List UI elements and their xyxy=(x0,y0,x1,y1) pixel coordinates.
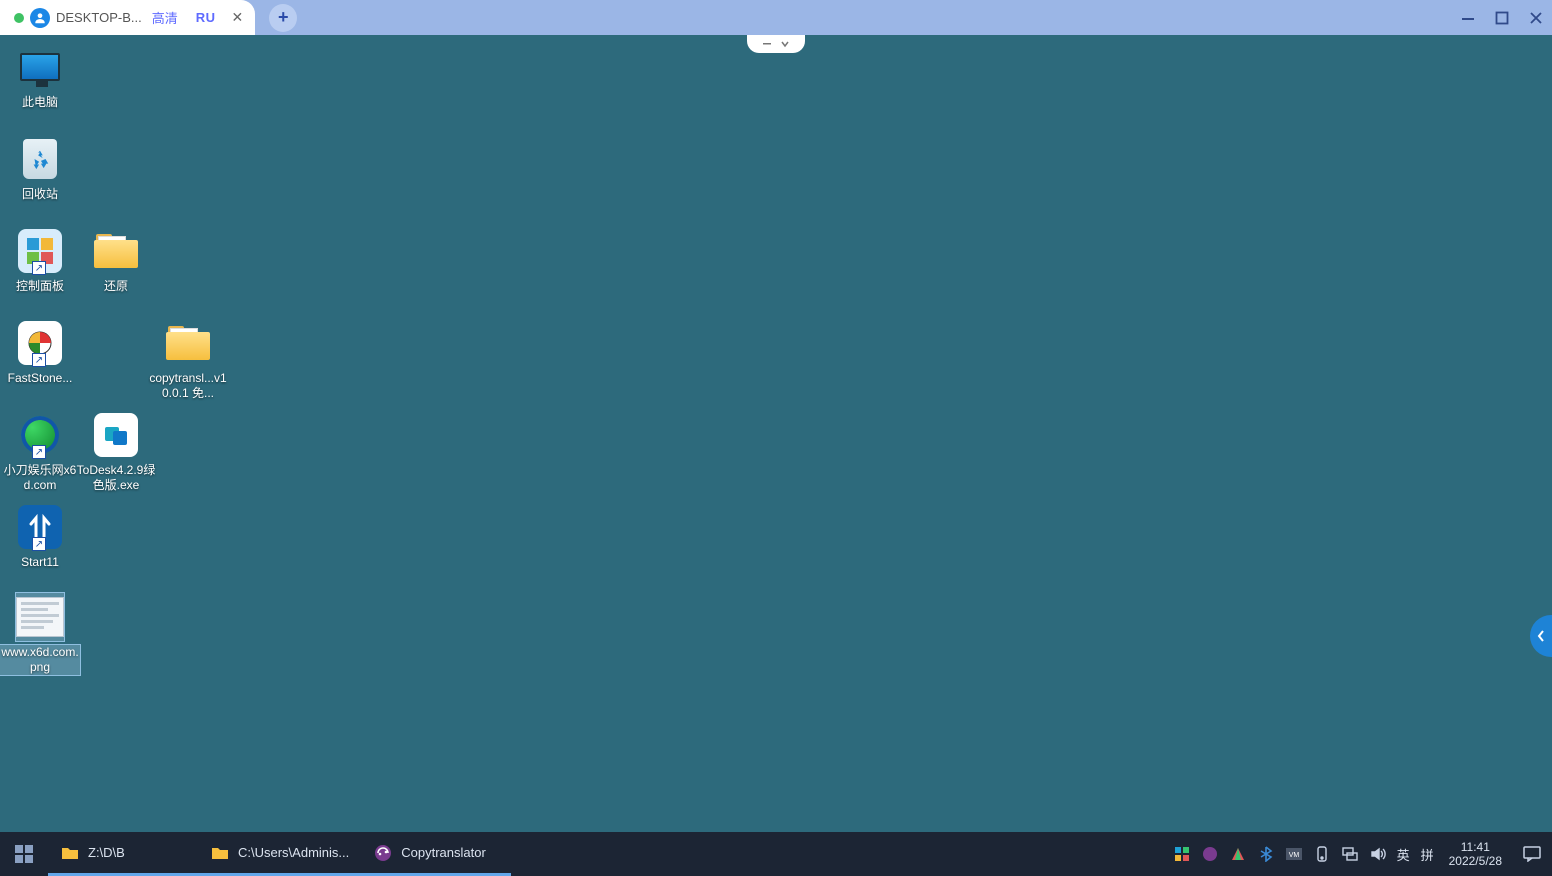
icon-label: 控制面板 xyxy=(0,279,80,294)
shortcut-arrow-icon: ↗ xyxy=(32,353,46,367)
bluetooth-icon[interactable] xyxy=(1257,845,1275,863)
taskbar: Z:\D\B C:\Users\Adminis... Copytranslato… xyxy=(0,832,1552,876)
icon-label: ToDesk4.2.9绿色版.exe xyxy=(76,463,156,493)
icon-label: Start11 xyxy=(0,555,80,570)
folder-icon xyxy=(210,843,230,863)
ru-label[interactable]: RU xyxy=(196,10,216,25)
new-tab-button[interactable]: + xyxy=(269,4,297,32)
desktop-icon-start11[interactable]: ↗ Start11 xyxy=(0,503,80,570)
taskbar-item-explorer-2[interactable]: C:\Users\Adminis... xyxy=(198,832,361,876)
close-tab-icon[interactable]: ✕ xyxy=(232,9,244,26)
icon-label: 小刀娱乐网x6d.com xyxy=(0,463,80,493)
taskbar-item-explorer-1[interactable]: Z:\D\B xyxy=(48,832,198,876)
device-icon[interactable] xyxy=(1313,845,1331,863)
copytranslator-icon xyxy=(373,843,393,863)
desktop-icon-restore[interactable]: 还原 xyxy=(76,227,156,294)
desktop-icon-this-pc[interactable]: 此电脑 xyxy=(0,43,80,110)
close-window-icon[interactable] xyxy=(1526,8,1546,28)
tray-app-icon[interactable] xyxy=(1229,845,1247,863)
desktop-icon-recycle-bin[interactable]: 回收站 xyxy=(0,135,80,202)
folder-icon xyxy=(94,234,138,268)
network-icon[interactable] xyxy=(1341,845,1359,863)
ime-mode[interactable]: 拼 xyxy=(1421,845,1435,864)
desktop-icon-grid: 此电脑 回收站 ↗ 控制面板 还原 xyxy=(0,35,1552,832)
icon-label: copytransl...v10.0.1 免... xyxy=(148,371,228,401)
desktop-icon-copytranslator-folder[interactable]: copytransl...v10.0.1 免... xyxy=(148,319,228,401)
taskbar-item-label: Z:\D\B xyxy=(88,845,125,860)
shortcut-arrow-icon: ↗ xyxy=(32,261,46,275)
icon-label: 回收站 xyxy=(0,187,80,202)
recycle-bin-icon xyxy=(23,139,57,179)
clock-date: 2022/5/28 xyxy=(1449,854,1502,868)
tray-app-icon[interactable] xyxy=(1173,845,1191,863)
remote-tab[interactable]: DESKTOP-B... 高清 RU ✕ xyxy=(0,0,255,35)
todesk-icon xyxy=(94,413,138,457)
volume-icon[interactable] xyxy=(1369,845,1387,863)
desktop-icon-control-panel[interactable]: ↗ 控制面板 xyxy=(0,227,80,294)
start-button[interactable] xyxy=(0,832,48,876)
shortcut-arrow-icon: ↗ xyxy=(32,445,46,459)
taskbar-item-copytranslator[interactable]: Copytranslator xyxy=(361,832,511,876)
icon-label: FastStone... xyxy=(0,371,80,386)
vm-icon[interactable]: VM xyxy=(1285,845,1303,863)
shortcut-arrow-icon: ↗ xyxy=(32,537,46,551)
remote-tab-bar: DESKTOP-B... 高清 RU ✕ + xyxy=(0,0,1552,35)
svg-text:VM: VM xyxy=(1288,852,1299,859)
window-controls xyxy=(1458,0,1546,35)
minimize-icon[interactable] xyxy=(1458,8,1478,28)
icon-label: 还原 xyxy=(76,279,156,294)
icon-label: 此电脑 xyxy=(0,95,80,110)
image-thumbnail-icon xyxy=(16,597,64,637)
icon-label: www.x6d.com.png xyxy=(0,645,80,675)
folder-icon xyxy=(60,843,80,863)
avatar-icon xyxy=(30,8,50,28)
taskbar-item-label: Copytranslator xyxy=(401,845,486,860)
taskbar-item-label: C:\Users\Adminis... xyxy=(238,845,349,860)
notification-center-icon[interactable] xyxy=(1512,832,1552,876)
taskbar-clock[interactable]: 11:41 2022/5/28 xyxy=(1439,840,1512,868)
system-tray: VM 英 拼 xyxy=(1169,845,1439,864)
desktop-icon-todesk[interactable]: ToDesk4.2.9绿色版.exe xyxy=(76,411,156,493)
remote-tab-title: DESKTOP-B... xyxy=(56,10,142,25)
desktop-icon-xiaodao[interactable]: ↗ 小刀娱乐网x6d.com xyxy=(0,411,80,493)
folder-icon xyxy=(166,326,210,360)
quality-label[interactable]: 高清 xyxy=(152,8,178,27)
desktop-icon-png[interactable]: www.x6d.com.png xyxy=(0,593,80,675)
connection-status-dot xyxy=(14,13,24,23)
desktop-icon-faststone[interactable]: ↗ FastStone... xyxy=(0,319,80,386)
ime-language[interactable]: 英 xyxy=(1397,845,1411,864)
clock-time: 11:41 xyxy=(1449,840,1502,854)
remote-desktop[interactable]: 此电脑 回收站 ↗ 控制面板 还原 xyxy=(0,35,1552,832)
tray-app-icon[interactable] xyxy=(1201,845,1219,863)
maximize-icon[interactable] xyxy=(1492,8,1512,28)
monitor-icon xyxy=(20,53,60,81)
